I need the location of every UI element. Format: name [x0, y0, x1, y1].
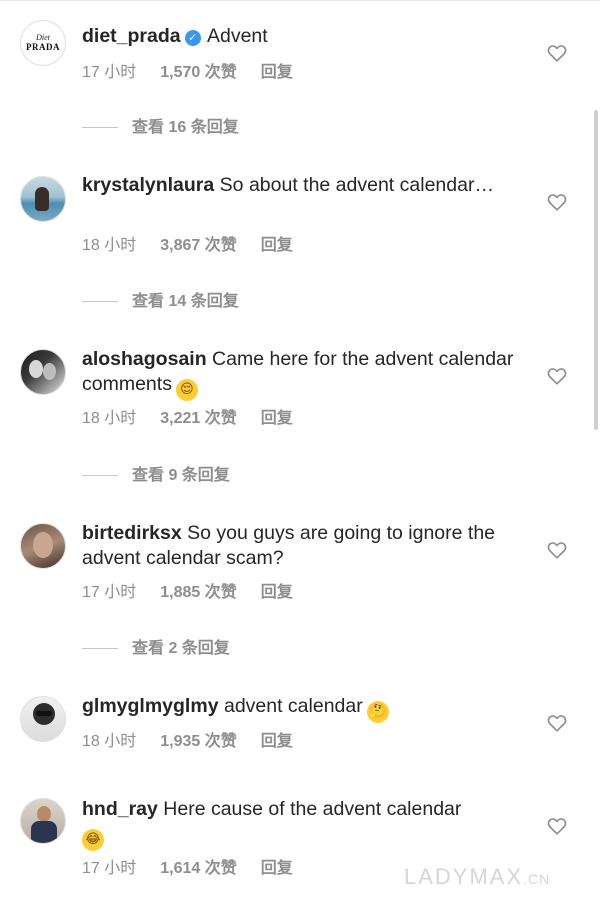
comment-meta: 18 小时 1,935 次赞 回复 — [82, 732, 293, 752]
reply-button[interactable]: 回复 — [261, 409, 293, 429]
watermark-suffix: .CN — [523, 871, 551, 887]
heart-outline-icon[interactable] — [546, 815, 568, 837]
view-replies-button[interactable]: 查看 16 条回复 — [82, 118, 239, 138]
comment-text-block: birtedirksx So you guys are going to ign… — [82, 521, 522, 571]
verified-badge-icon: ✓ — [184, 30, 201, 46]
view-replies-button[interactable]: 查看 9 条回复 — [82, 466, 230, 486]
comment-text-block: krystalynlaura So about the advent calen… — [82, 173, 522, 198]
comment-username[interactable]: krystalynlaura — [82, 174, 214, 196]
replies-dash — [82, 127, 118, 129]
reply-button[interactable]: 回复 — [261, 583, 293, 603]
relieved-face-emoji: 😌 — [175, 379, 198, 401]
comment-text-block: hnd_ray Here cause of the advent calenda… — [82, 797, 522, 851]
comment-time: 17 小时 — [82, 584, 137, 601]
comment-time: 18 小时 — [82, 733, 137, 750]
replies-dash — [82, 301, 118, 303]
avatar[interactable]: Diet PRADA — [20, 20, 66, 66]
heart-outline-icon[interactable] — [546, 365, 568, 387]
comment-likes[interactable]: 1,570 次赞 — [160, 63, 237, 83]
laughing-tears-emoji: 😂 — [82, 829, 104, 851]
comment-time: 17 小时 — [82, 64, 137, 81]
scrollbar[interactable] — [594, 110, 598, 430]
comment-time: 18 小时 — [82, 237, 137, 254]
comment-likes[interactable]: 1,885 次赞 — [160, 583, 237, 603]
reply-button[interactable]: 回复 — [261, 236, 293, 256]
avatar[interactable] — [20, 523, 66, 569]
comment-username[interactable]: aloshagosain — [82, 348, 207, 370]
comment-time: 17 小时 — [82, 860, 137, 877]
comment-meta: 17 小时 1,614 次赞 回复 — [82, 859, 293, 879]
comment-username[interactable]: hnd_ray — [82, 798, 158, 820]
comment-body: advent calendar — [223, 695, 363, 717]
comment-body: Here cause of the advent calendar — [163, 798, 462, 820]
view-replies-label: 查看 14 条回复 — [132, 293, 239, 310]
replies-dash — [82, 475, 118, 477]
view-replies-button[interactable]: 查看 14 条回复 — [82, 292, 239, 312]
reply-button[interactable]: 回复 — [261, 732, 293, 752]
watermark-main: LADYMAX — [404, 864, 524, 889]
heart-outline-icon[interactable] — [546, 712, 568, 734]
comment-likes[interactable]: 3,221 次赞 — [160, 409, 237, 429]
heart-outline-icon[interactable] — [546, 539, 568, 561]
comment-text-block: glmyglmyglmy advent calendar 🤔 — [82, 694, 522, 723]
comment-meta: 18 小时 3,867 次赞 回复 — [82, 236, 293, 256]
comment-text-block: aloshagosain Came here for the advent ca… — [82, 347, 522, 401]
view-replies-label: 查看 2 条回复 — [132, 640, 230, 657]
top-divider — [0, 0, 600, 1]
replies-dash — [82, 648, 118, 650]
view-replies-label: 查看 9 条回复 — [132, 467, 230, 484]
comment-username[interactable]: diet_prada — [82, 25, 181, 47]
avatar[interactable] — [20, 349, 66, 395]
comment-username[interactable]: birtedirksx — [82, 522, 182, 544]
avatar[interactable] — [20, 696, 66, 742]
comment-likes[interactable]: 3,867 次赞 — [160, 236, 237, 256]
thinking-face-emoji: 🤔 — [366, 701, 389, 723]
comment-meta: 17 小时 1,570 次赞 回复 — [82, 63, 293, 83]
avatar[interactable] — [20, 176, 66, 222]
avatar-logo-line2: PRADA — [26, 42, 60, 52]
comment-username[interactable]: glmyglmyglmy — [82, 695, 219, 717]
comment-meta: 18 小时 3,221 次赞 回复 — [82, 409, 293, 429]
reply-button[interactable]: 回复 — [261, 859, 293, 879]
comment-body: So about the advent calendar… — [219, 174, 494, 196]
comment-likes[interactable]: 1,614 次赞 — [160, 859, 237, 879]
reply-button[interactable]: 回复 — [261, 63, 293, 83]
heart-outline-icon[interactable] — [546, 191, 568, 213]
comment-likes[interactable]: 1,935 次赞 — [160, 732, 237, 752]
watermark: LADYMAX.CN — [404, 864, 550, 890]
comment-time: 18 小时 — [82, 410, 137, 427]
avatar[interactable] — [20, 798, 66, 844]
heart-outline-icon[interactable] — [546, 42, 568, 64]
comment-body: Advent — [206, 25, 268, 47]
view-replies-button[interactable]: 查看 2 条回复 — [82, 639, 230, 659]
avatar-logo-line1: Diet — [36, 33, 50, 42]
view-replies-label: 查看 16 条回复 — [132, 119, 239, 136]
comment-text-block: diet_prada ✓ Advent — [82, 24, 522, 49]
comment-meta: 17 小时 1,885 次赞 回复 — [82, 583, 293, 603]
